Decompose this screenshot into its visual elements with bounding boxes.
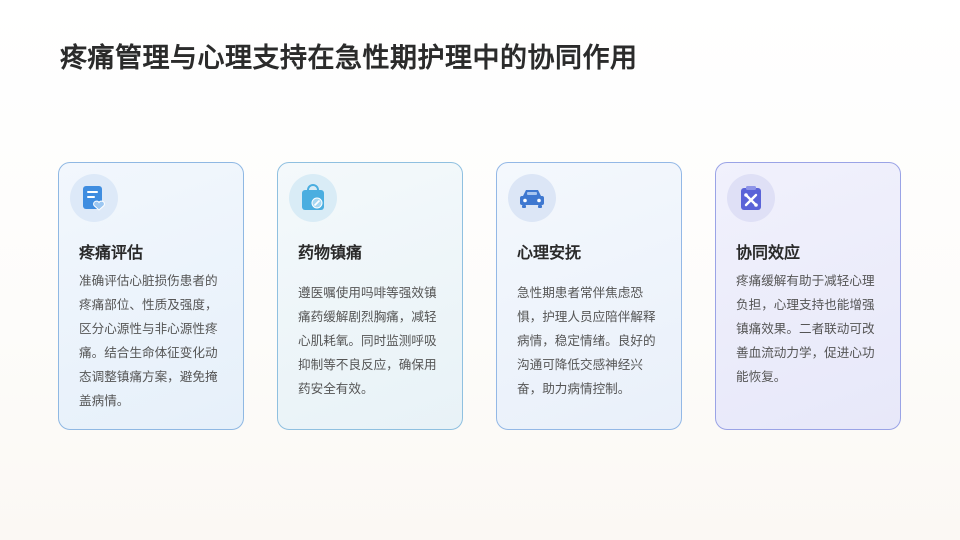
medicine-bag-icon bbox=[289, 174, 337, 222]
card-title: 心理安抚 bbox=[517, 243, 582, 262]
car-icon bbox=[508, 174, 556, 222]
document-heart-icon bbox=[70, 174, 118, 222]
card-synergy-effect: 协同效应 疼痛缓解有助于减轻心理负担，心理支持也能增强镇痛效果。二者联动可改善血… bbox=[715, 162, 901, 430]
card-description: 准确评估心脏损伤患者的疼痛部位、性质及强度，区分心源性与非心源性疼痛。结合生命体… bbox=[79, 273, 218, 408]
card-row: 疼痛评估 准确评估心脏损伤患者的疼痛部位、性质及强度，区分心源性与非心源性疼痛。… bbox=[58, 162, 902, 432]
card-description: 遵医嘱使用吗啡等强效镇痛药缓解剧烈胸痛，减轻心肌耗氧。同时监测呼吸抑制等不良反应… bbox=[298, 285, 437, 396]
card-title: 疼痛评估 bbox=[79, 243, 144, 262]
card-pain-assessment: 疼痛评估 准确评估心脏损伤患者的疼痛部位、性质及强度，区分心源性与非心源性疼痛。… bbox=[58, 162, 244, 430]
card-description: 急性期患者常伴焦虑恐惧，护理人员应陪伴解释病情，稳定情绪。良好的沟通可降低交感神… bbox=[517, 285, 656, 396]
card-description: 疼痛缓解有助于减轻心理负担，心理支持也能增强镇痛效果。二者联动可改善血流动力学，… bbox=[736, 273, 875, 384]
card-title: 药物镇痛 bbox=[298, 243, 363, 262]
card-drug-analgesia: 药物镇痛 遵医嘱使用吗啡等强效镇痛药缓解剧烈胸痛，减轻心肌耗氧。同时监测呼吸抑制… bbox=[277, 162, 463, 430]
card-title: 协同效应 bbox=[736, 243, 801, 262]
clipboard-tools-icon bbox=[727, 174, 775, 222]
card-psychological-comfort: 心理安抚 急性期患者常伴焦虑恐惧，护理人员应陪伴解释病情，稳定情绪。良好的沟通可… bbox=[496, 162, 682, 430]
page-title: 疼痛管理与心理支持在急性期护理中的协同作用 bbox=[60, 43, 638, 74]
